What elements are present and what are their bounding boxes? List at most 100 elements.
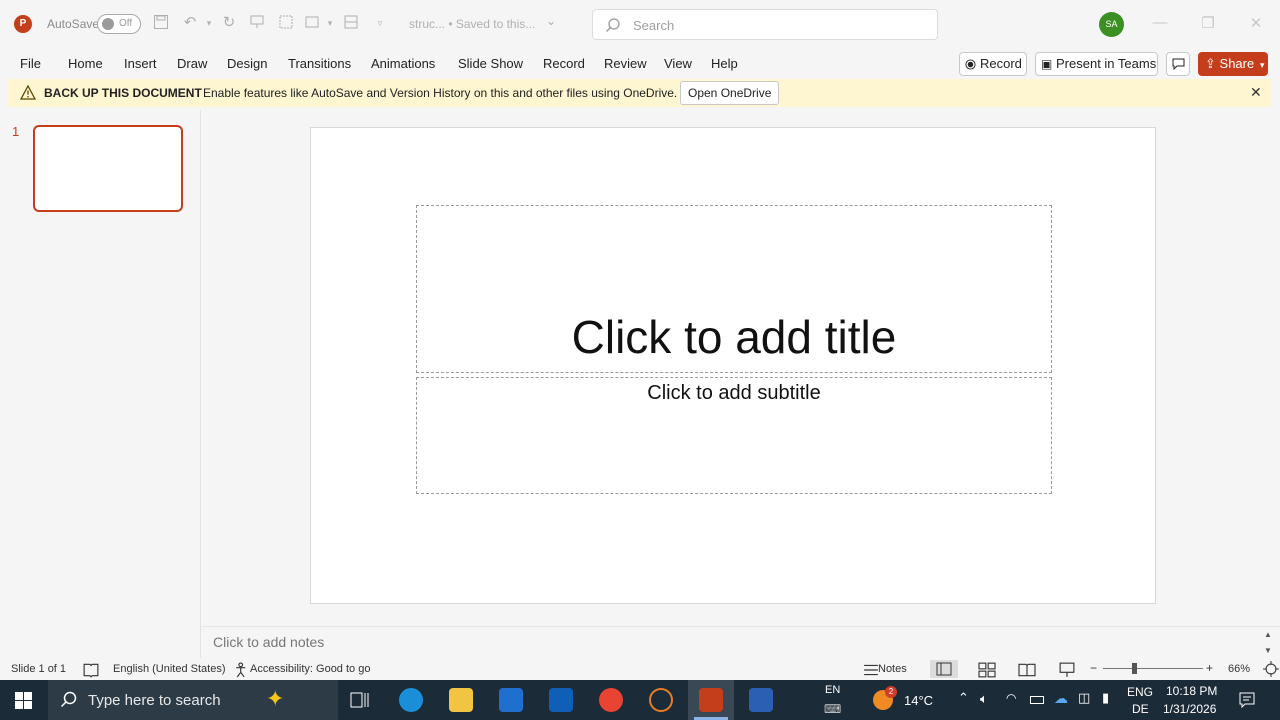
autosave-label: AutoSave bbox=[47, 17, 100, 31]
normal-view-button[interactable] bbox=[930, 660, 958, 678]
backup-notice-bar: BACK UP THIS DOCUMENT Enable features li… bbox=[8, 79, 1272, 107]
tab-slide-show[interactable]: Slide Show bbox=[458, 56, 523, 71]
slide-counter[interactable]: Slide 1 of 1 bbox=[11, 663, 66, 675]
zoom-level[interactable]: 66% bbox=[1228, 663, 1250, 675]
zoom-slider-handle[interactable] bbox=[1132, 663, 1137, 674]
tab-file[interactable]: File bbox=[20, 56, 41, 71]
title-placeholder[interactable]: Click to add title bbox=[416, 205, 1052, 373]
tab-draw[interactable]: Draw bbox=[177, 56, 207, 71]
search-input[interactable]: Search bbox=[592, 9, 938, 40]
slide-number: 1 bbox=[12, 124, 20, 139]
open-onedrive-button[interactable]: Open OneDrive bbox=[680, 81, 780, 105]
autosave-toggle[interactable]: Off bbox=[97, 14, 141, 34]
powerpoint-taskbar-button[interactable] bbox=[688, 680, 734, 720]
close-notice-icon[interactable]: ✕ bbox=[1250, 84, 1262, 101]
language-code[interactable]: ENG bbox=[1127, 685, 1153, 699]
keyboard-icon[interactable]: ⌨ bbox=[824, 702, 841, 716]
tab-review[interactable]: Review bbox=[604, 56, 647, 71]
search-icon bbox=[606, 18, 620, 32]
zoom-slider[interactable] bbox=[1103, 668, 1203, 669]
slide-thumbnail[interactable] bbox=[33, 125, 183, 212]
share-button[interactable]: ⇪ Share ▾ bbox=[1198, 52, 1268, 76]
jupyter-app-icon[interactable] bbox=[649, 688, 673, 712]
tab-design[interactable]: Design bbox=[227, 56, 267, 71]
clock-time[interactable]: 10:18 PM bbox=[1166, 684, 1217, 698]
action-center-icon[interactable] bbox=[1239, 692, 1255, 708]
temperature[interactable]: 14°C bbox=[904, 693, 933, 708]
tab-record[interactable]: Record bbox=[543, 56, 585, 71]
tab-transitions[interactable]: Transitions bbox=[288, 56, 351, 71]
notification-bell-icon[interactable]: ▮ bbox=[1102, 690, 1109, 706]
battery-icon[interactable] bbox=[1030, 696, 1044, 704]
microsoft-store-icon[interactable] bbox=[499, 688, 523, 712]
notes-toggle[interactable]: Notes bbox=[878, 663, 907, 675]
outlook-icon[interactable] bbox=[549, 688, 573, 712]
spelling-check-icon[interactable] bbox=[80, 662, 102, 678]
scroll-down-icon[interactable]: ▼ bbox=[1264, 646, 1272, 655]
new-slide-icon[interactable] bbox=[303, 14, 321, 32]
save-icon[interactable] bbox=[152, 14, 170, 32]
tab-help[interactable]: Help bbox=[711, 56, 738, 71]
autosave-state: Off bbox=[119, 18, 133, 29]
show-hidden-icons-icon[interactable]: ⌃ bbox=[958, 690, 969, 706]
tab-view[interactable]: View bbox=[664, 56, 692, 71]
reading-view-icon[interactable] bbox=[1016, 662, 1038, 678]
present-label: Present in Teams bbox=[1056, 56, 1157, 71]
meet-now-icon[interactable]: ◫ bbox=[1078, 690, 1090, 706]
taskbar-search-box[interactable]: Type here to search ✦ bbox=[48, 680, 338, 720]
slide-thumbnails-pane: 1 bbox=[0, 110, 201, 658]
zoom-in-icon[interactable]: + bbox=[1206, 661, 1213, 675]
scroll-up-icon[interactable]: ▲ bbox=[1264, 630, 1272, 639]
notes-placeholder: Click to add notes bbox=[213, 634, 325, 650]
tab-animations[interactable]: Animations bbox=[371, 56, 435, 71]
customize-toolbar-icon[interactable]: ▿ bbox=[371, 14, 389, 32]
comments-button[interactable] bbox=[1166, 52, 1190, 76]
input-language[interactable]: EN bbox=[825, 684, 840, 696]
tab-insert[interactable]: Insert bbox=[124, 56, 157, 71]
powerpoint-logo-icon: P bbox=[14, 15, 32, 33]
onedrive-cloud-icon[interactable]: ☁ bbox=[1054, 690, 1068, 707]
record-label: Record bbox=[980, 56, 1022, 71]
toggle-knob bbox=[102, 18, 114, 30]
chevron-down-icon[interactable]: ⌄ bbox=[546, 14, 556, 28]
undo-icon[interactable]: ↶ bbox=[181, 14, 199, 32]
redo-icon[interactable]: ↻ bbox=[220, 14, 238, 32]
slide-show-icon[interactable] bbox=[1056, 662, 1078, 678]
document-title[interactable]: struc... • Saved to this... bbox=[409, 17, 535, 31]
zoom-out-icon[interactable]: − bbox=[1090, 661, 1097, 675]
language-indicator[interactable]: English (United States) bbox=[113, 663, 226, 675]
record-button[interactable]: Record bbox=[959, 52, 1027, 76]
new-slide-dropdown-icon[interactable]: ▾ bbox=[321, 14, 339, 32]
notice-heading: BACK UP THIS DOCUMENT bbox=[44, 86, 202, 100]
copilot-sparkle-icon[interactable]: ✦ bbox=[266, 686, 284, 712]
keyboard-layout[interactable]: DE bbox=[1132, 702, 1149, 716]
present-in-teams-button[interactable]: ▣ Present in Teams bbox=[1035, 52, 1158, 76]
start-from-beginning-icon[interactable] bbox=[248, 14, 266, 32]
close-window-icon[interactable]: ✕ bbox=[1246, 14, 1266, 32]
tab-home[interactable]: Home bbox=[68, 56, 103, 71]
task-view-icon[interactable] bbox=[350, 691, 370, 709]
clock-date[interactable]: 1/31/2026 bbox=[1163, 702, 1216, 716]
avatar[interactable]: SA bbox=[1099, 12, 1124, 37]
title-bar: P AutoSave Off ↶ ▾ ↻ ▾ ▿ struc... • Save… bbox=[0, 0, 1280, 48]
undo-dropdown-icon[interactable]: ▾ bbox=[200, 14, 218, 32]
wifi-icon[interactable]: ◠ bbox=[1006, 691, 1016, 705]
edge-browser-icon[interactable] bbox=[399, 688, 423, 712]
volume-icon[interactable]: 🔈︎ bbox=[980, 691, 988, 707]
file-explorer-icon[interactable] bbox=[449, 688, 473, 712]
subtitle-placeholder[interactable]: Click to add subtitle bbox=[416, 377, 1052, 494]
minimize-icon[interactable]: — bbox=[1150, 14, 1170, 31]
slide-sorter-icon[interactable] bbox=[976, 662, 998, 678]
notice-message: Enable features like AutoSave and Versio… bbox=[203, 86, 678, 100]
notes-pane[interactable]: Click to add notes bbox=[202, 626, 1280, 658]
restore-icon[interactable]: ❐ bbox=[1198, 14, 1218, 32]
windows-start-icon[interactable] bbox=[15, 692, 32, 709]
draw-table-icon[interactable] bbox=[342, 14, 360, 32]
slide-canvas[interactable]: Click to add title Click to add subtitle bbox=[310, 127, 1156, 604]
fit-to-window-icon[interactable] bbox=[1260, 661, 1280, 677]
weather-badge: 2 bbox=[885, 686, 897, 698]
accessibility-status[interactable]: Accessibility: Good to go bbox=[250, 663, 370, 675]
word-app-icon[interactable] bbox=[749, 688, 773, 712]
chrome-browser-icon[interactable] bbox=[599, 688, 623, 712]
slide-layout-icon[interactable] bbox=[277, 14, 295, 32]
